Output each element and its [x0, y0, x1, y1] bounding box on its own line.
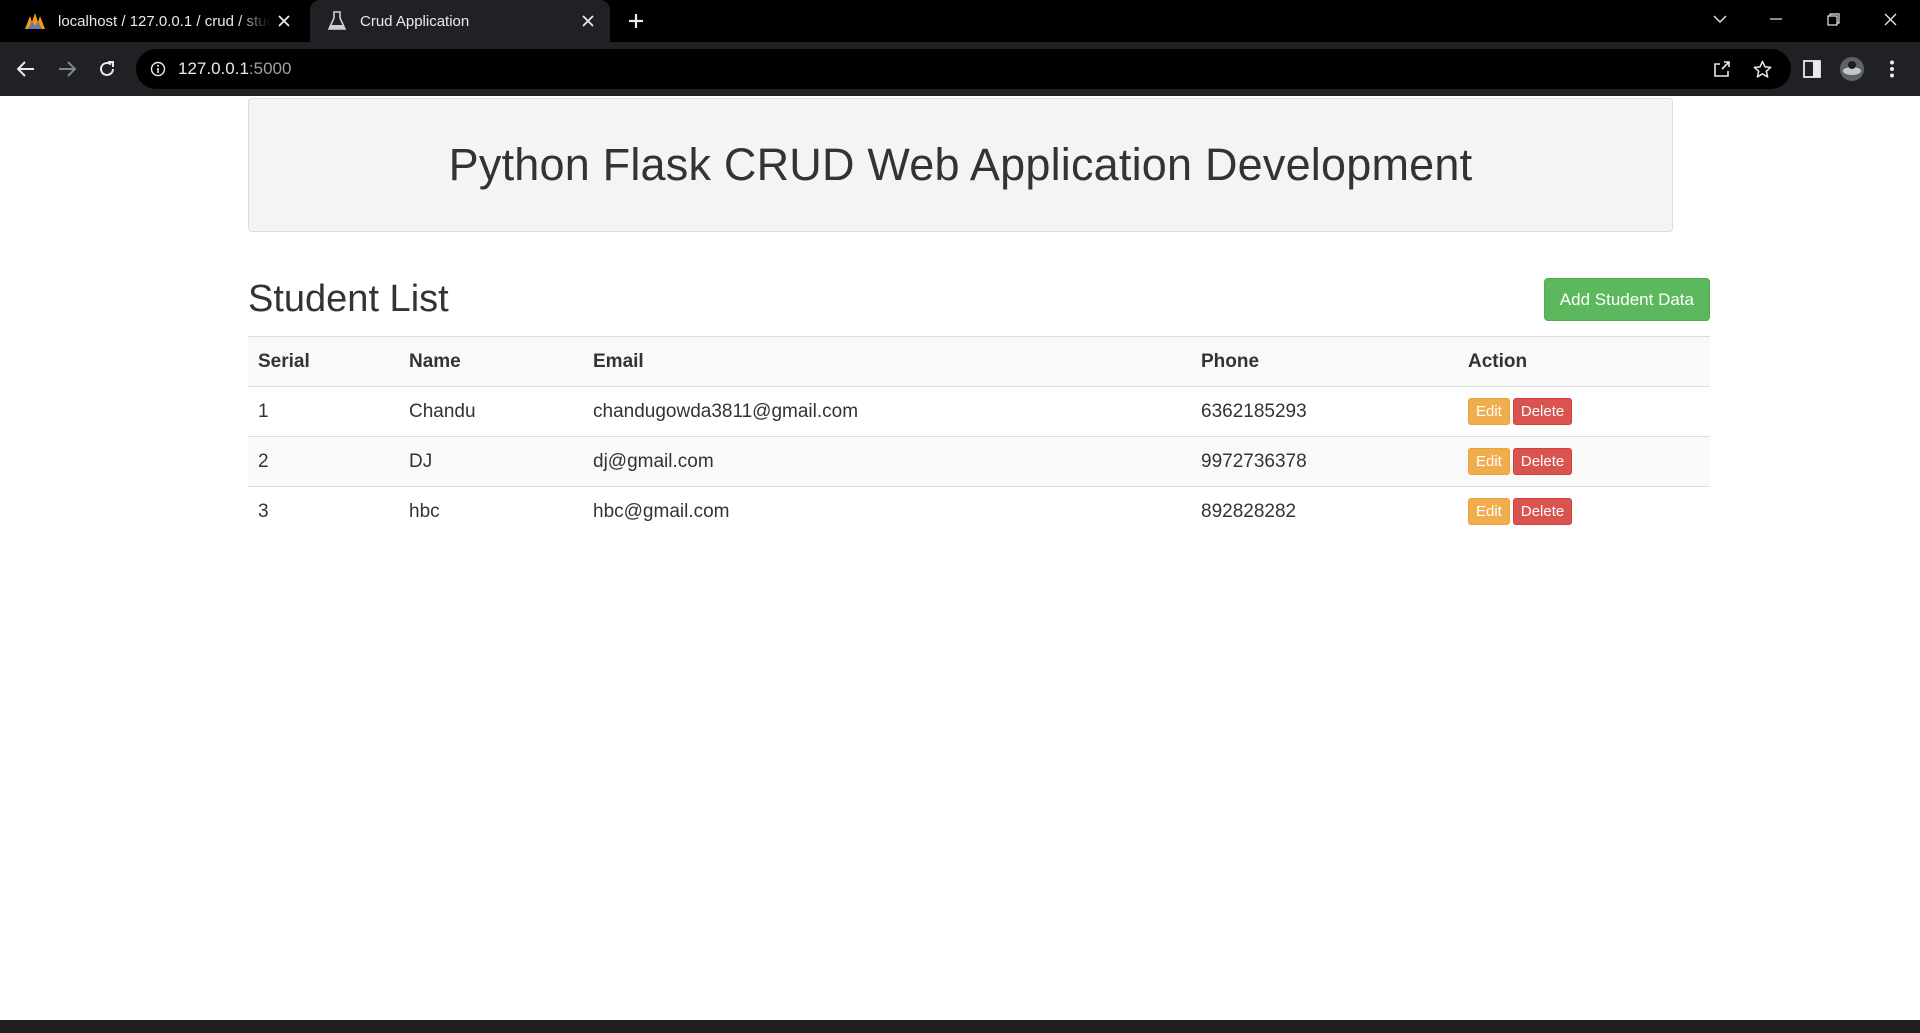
cell-phone: 9972736378: [1191, 436, 1458, 487]
bookmark-star-icon[interactable]: [1746, 53, 1778, 85]
cell-name: hbc: [399, 486, 583, 537]
new-tab-button[interactable]: [622, 7, 650, 35]
kebab-menu-icon[interactable]: [1876, 53, 1908, 85]
page-title: Python Flask CRUD Web Application Develo…: [448, 139, 1473, 190]
tab-title: localhost / 127.0.0.1 / crud / students: [58, 12, 270, 30]
cell-serial: 2: [248, 436, 399, 487]
cell-email: hbc@gmail.com: [583, 486, 1191, 537]
cell-email: dj@gmail.com: [583, 436, 1191, 487]
student-list-header: Student List Add Student Data: [248, 278, 1710, 328]
url-host: 127.0.0.1: [178, 59, 249, 78]
browser-tab-bar: localhost / 127.0.0.1 / crud / students …: [0, 0, 1920, 42]
jumbotron: Python Flask CRUD Web Application Develo…: [248, 98, 1673, 232]
flask-icon: [326, 10, 348, 32]
url-port: :5000: [248, 59, 292, 78]
header-action: Action: [1458, 336, 1710, 387]
tab-search-chevron-down-icon[interactable]: [1698, 0, 1742, 38]
tab-title: Crud Application: [360, 12, 470, 30]
reload-icon[interactable]: [91, 53, 123, 85]
close-window-icon[interactable]: [1868, 0, 1912, 38]
info-icon[interactable]: [148, 59, 168, 79]
back-arrow-icon[interactable]: [10, 53, 42, 85]
profile-avatar-icon[interactable]: [1836, 53, 1868, 85]
browser-tab-crud-application[interactable]: Crud Application: [310, 0, 610, 42]
header-email: Email: [583, 336, 1191, 387]
student-table: Serial Name Email Phone Action 1 Chandu …: [248, 336, 1710, 537]
header-phone: Phone: [1191, 336, 1458, 387]
cell-name: Chandu: [399, 386, 583, 437]
edit-button[interactable]: Edit: [1468, 448, 1510, 475]
edit-button[interactable]: Edit: [1468, 398, 1510, 425]
header-serial: Serial: [248, 336, 399, 387]
forward-arrow-icon[interactable]: [51, 53, 83, 85]
table-row: 3 hbc hbc@gmail.com 892828282 Edit Delete: [248, 486, 1710, 537]
address-bar[interactable]: 127.0.0.1:5000: [136, 49, 1791, 89]
cell-name: DJ: [399, 436, 583, 487]
close-icon[interactable]: [270, 7, 298, 35]
minimize-icon[interactable]: [1754, 0, 1798, 38]
delete-button[interactable]: Delete: [1512, 498, 1573, 526]
share-icon[interactable]: [1706, 53, 1738, 85]
phpmyadmin-icon: [24, 10, 46, 32]
cell-serial: 1: [248, 386, 399, 437]
cell-action: Edit Delete: [1458, 486, 1710, 537]
os-taskbar: [0, 1020, 1920, 1033]
cell-action: Edit Delete: [1458, 436, 1710, 487]
close-icon[interactable]: [574, 7, 602, 35]
cell-phone: 892828282: [1191, 486, 1458, 537]
page-viewport: Python Flask CRUD Web Application Develo…: [0, 96, 1920, 1020]
table-row: 1 Chandu chandugowda3811@gmail.com 63621…: [248, 386, 1710, 437]
browser-toolbar: 127.0.0.1:5000: [0, 42, 1920, 96]
delete-button[interactable]: Delete: [1512, 398, 1573, 425]
cell-serial: 3: [248, 486, 399, 537]
student-list-title: Student List: [248, 278, 449, 320]
side-panel-icon[interactable]: [1796, 53, 1828, 85]
table-row: 2 DJ dj@gmail.com 9972736378 Edit Delete: [248, 436, 1710, 487]
url-text: 127.0.0.1:5000: [178, 59, 291, 79]
restore-icon[interactable]: [1811, 0, 1855, 38]
add-student-button[interactable]: Add Student Data: [1543, 278, 1710, 321]
browser-tab-phpmyadmin[interactable]: localhost / 127.0.0.1 / crud / students: [8, 0, 306, 42]
cell-action: Edit Delete: [1458, 386, 1710, 437]
cell-phone: 6362185293: [1191, 386, 1458, 437]
edit-button[interactable]: Edit: [1468, 498, 1510, 526]
cell-email: chandugowda3811@gmail.com: [583, 386, 1191, 437]
header-name: Name: [399, 336, 583, 387]
table-header-row: Serial Name Email Phone Action: [248, 336, 1710, 387]
delete-button[interactable]: Delete: [1512, 448, 1573, 475]
